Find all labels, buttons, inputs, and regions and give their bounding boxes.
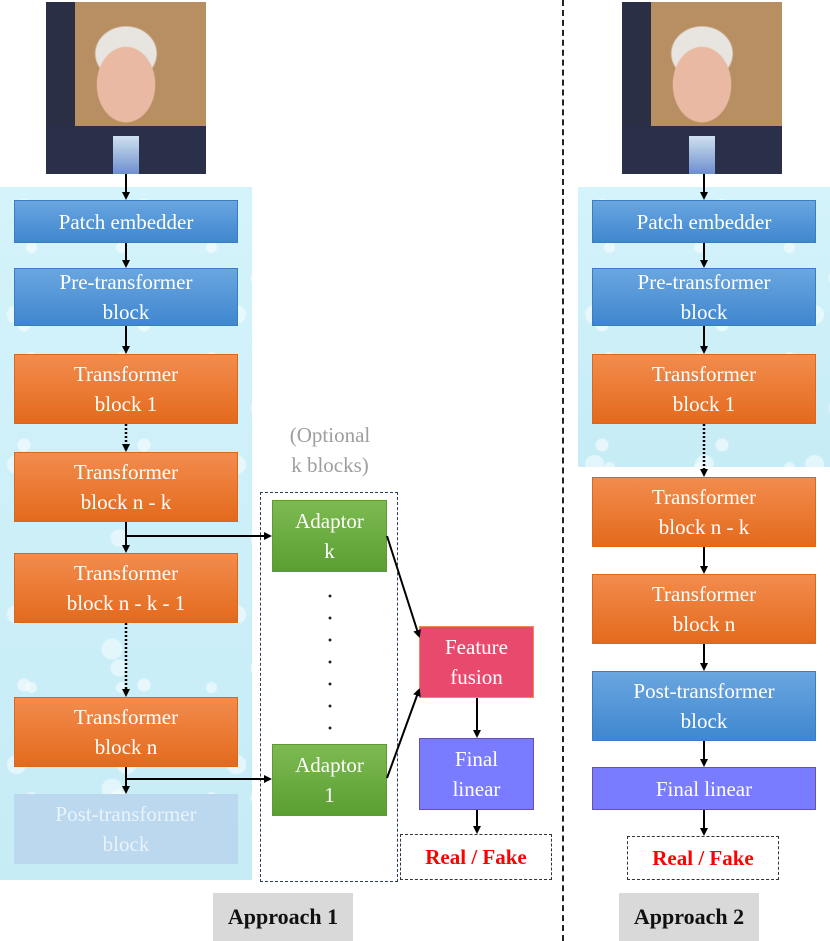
arrow-adaptor-1-to-fusion: [386, 688, 421, 779]
arrow-adaptor-k-to-fusion: [386, 535, 421, 638]
connector-arrows: [122, 174, 708, 836]
